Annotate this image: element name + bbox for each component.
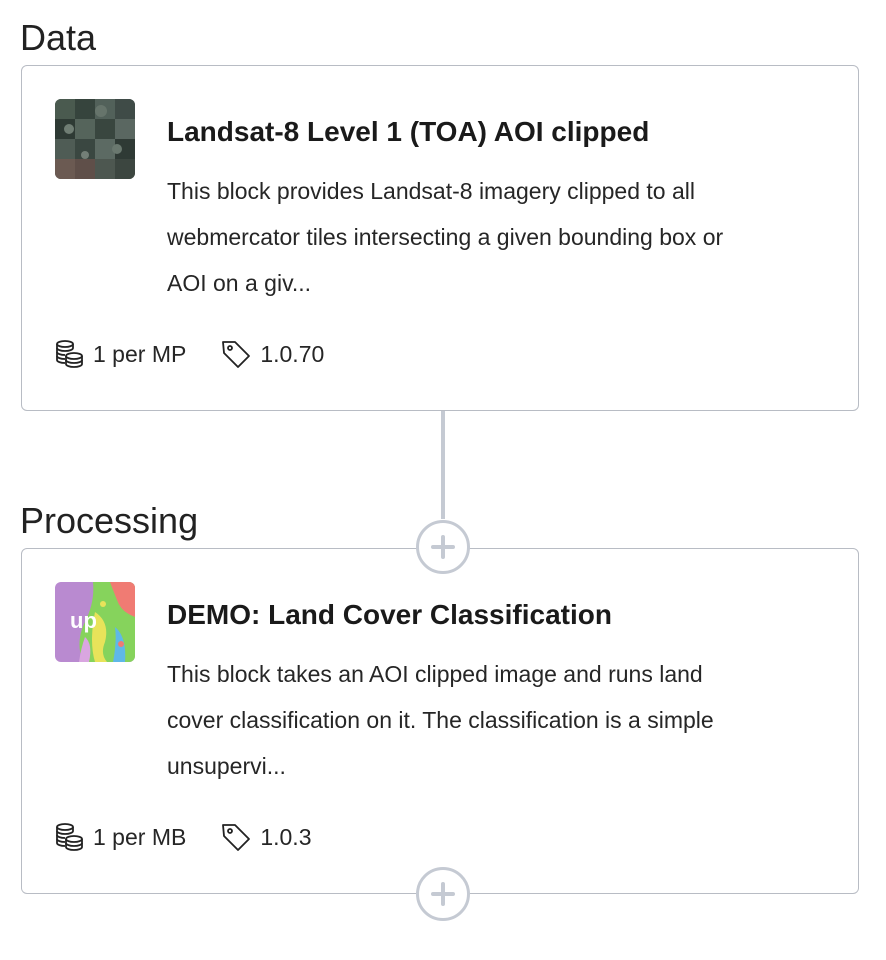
price-info: 1 per MP	[53, 338, 186, 370]
tag-icon	[222, 341, 251, 368]
block-card-land-cover[interactable]: up DEMO: Land Cover Classification This …	[21, 548, 859, 894]
block-description: This block takes an AOI clipped image an…	[167, 661, 714, 779]
block-description: This block provides Landsat-8 imagery cl…	[167, 178, 724, 296]
block-card-landsat[interactable]: Landsat-8 Level 1 (TOA) AOI clipped This…	[21, 65, 859, 411]
coins-icon	[56, 823, 83, 851]
section-title-data: Data	[20, 17, 97, 58]
block-title[interactable]: Landsat-8 Level 1 (TOA) AOI clipped	[167, 116, 649, 148]
price-label: 1 per MB	[93, 823, 187, 850]
version-info: 1.0.70	[220, 338, 324, 370]
add-block-button[interactable]	[416, 867, 470, 921]
block-meta: 1 per MP 1.0.70	[53, 338, 358, 370]
block-title[interactable]: DEMO: Land Cover Classification	[167, 599, 612, 631]
satellite-image-thumbnail	[55, 99, 135, 179]
plus-icon	[431, 535, 455, 559]
section-title-processing: Processing	[20, 500, 199, 541]
workflow-connector	[441, 411, 445, 519]
add-block-button[interactable]	[416, 520, 470, 574]
block-meta: 1 per MB 1.0.3	[53, 821, 345, 853]
coins-icon	[56, 340, 83, 368]
price-info: 1 per MB	[53, 821, 186, 853]
land-cover-thumbnail: up	[55, 582, 135, 662]
version-label: 1.0.3	[260, 823, 312, 850]
thumbnail-logo: up	[70, 608, 97, 633]
version-info: 1.0.3	[220, 821, 311, 853]
tag-icon	[222, 824, 251, 851]
plus-icon	[431, 882, 455, 906]
price-label: 1 per MP	[93, 340, 187, 367]
version-label: 1.0.70	[260, 340, 325, 367]
